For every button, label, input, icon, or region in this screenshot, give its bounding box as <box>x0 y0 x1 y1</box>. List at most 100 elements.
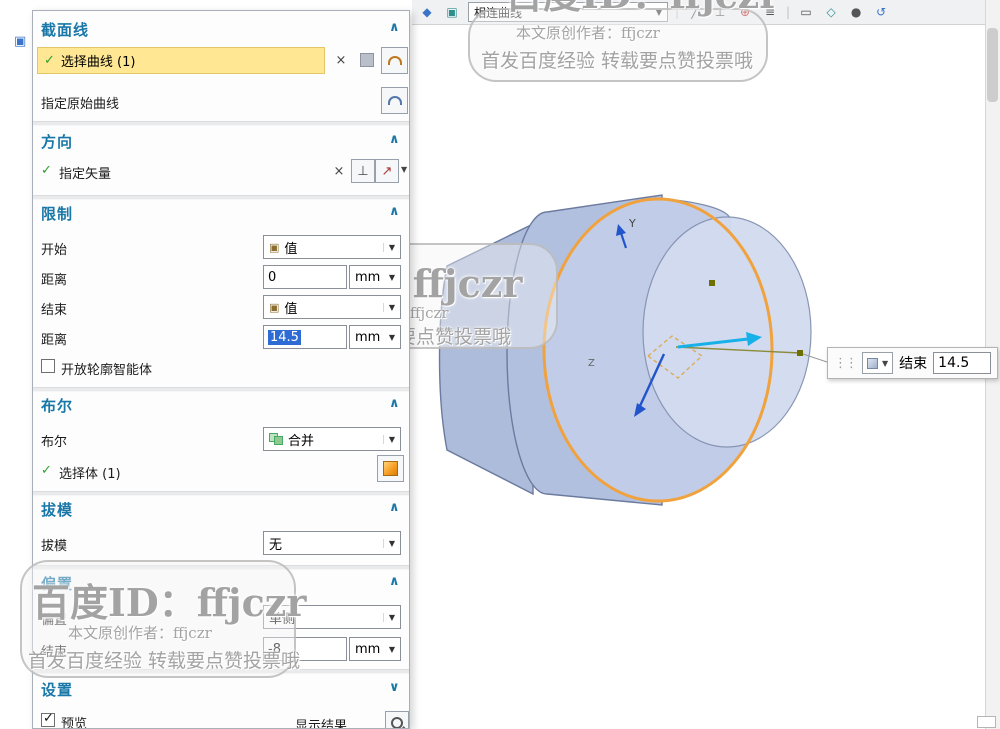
expand-settings-icon[interactable]: ∨ <box>389 680 400 695</box>
start-distance-input[interactable]: 0 <box>263 265 347 289</box>
boolean-value: 合并 <box>288 433 315 449</box>
chevron-down-icon[interactable]: ▼ <box>387 273 395 282</box>
watermark-bottom-big: 百度ID：ffjczr <box>32 580 307 625</box>
reset-vector-icon[interactable]: × <box>327 159 351 183</box>
select-curve-label: 选择曲线 (1) <box>60 55 136 70</box>
toolbar-icon-10[interactable]: ↺ <box>872 5 890 19</box>
collapse-section-line-icon[interactable]: ∧ <box>389 20 400 35</box>
drag-dot-end[interactable] <box>797 350 803 356</box>
chevron-down-icon[interactable]: ▼ <box>387 333 395 342</box>
axis-y-label: Y <box>628 217 636 230</box>
onscreen-input-toolbar: ⋮⋮ ▼ 结束 14.5 <box>827 347 999 379</box>
app-window: Y Z ◆ ▣ 相连曲线 ▼ | ╱ ⊥ ⊕ ≡ | ▭ ◇ ● ↺ ▣ ⋮⋮ … <box>0 0 1000 729</box>
axis-z-label: Z <box>588 358 595 369</box>
end-distance-input[interactable]: 14.5 <box>263 325 347 349</box>
cube-icon <box>867 357 878 369</box>
watermark-top-author: 本文原创作者：ffjczr <box>516 24 660 42</box>
open-profile-label: 开放轮廓智能体 <box>61 363 153 378</box>
open-profile-checkbox[interactable] <box>41 359 55 373</box>
start-distance-value: 0 <box>268 269 277 285</box>
draft-label: 拔模 <box>41 539 68 554</box>
chevron-down-icon[interactable]: ▼ <box>882 359 888 368</box>
collapse-limits-icon[interactable]: ∧ <box>389 204 400 219</box>
sketch-curve-button[interactable] <box>381 47 408 74</box>
chevron-down-icon[interactable]: ▼ <box>382 302 395 312</box>
preview-checkbox[interactable] <box>41 711 55 727</box>
section-divider <box>33 387 409 392</box>
vector-dialog-icon[interactable]: ⊥ <box>351 159 375 183</box>
check-icon: ✓ <box>44 53 55 68</box>
limits-title: 限制 <box>41 205 74 223</box>
check-icon: ✓ <box>41 463 52 478</box>
section-divider <box>33 195 409 200</box>
show-result-button[interactable] <box>385 711 409 728</box>
specify-vector-label: 指定矢量 <box>59 167 112 182</box>
drag-dot-top[interactable] <box>709 280 715 286</box>
end-distance-value: 14.5 <box>268 329 301 345</box>
chevron-down-icon[interactable]: ▼ <box>382 434 395 444</box>
section-line-title: 截面线 <box>41 21 90 39</box>
section-divider <box>33 121 409 126</box>
watermark-bottom-author: 本文原创作者：ffjczr <box>68 624 212 642</box>
chevron-down-icon[interactable]: ▼ <box>382 538 395 548</box>
select-curve-row[interactable]: ✓ 选择曲线 (1) <box>37 47 325 74</box>
start-mode-value: 值 <box>284 241 298 257</box>
end-mode-dropdown[interactable]: ▣ 值 ▼ <box>263 295 401 319</box>
start-unit-dropdown[interactable]: mm ▼ <box>349 265 401 289</box>
origin-curve-label: 指定原始曲线 <box>41 97 120 112</box>
offset-unit-dropdown[interactable]: mm ▼ <box>349 637 401 661</box>
end-unit-value: mm <box>355 329 381 345</box>
draft-dropdown[interactable]: 无 ▼ <box>263 531 401 555</box>
end-mode-dropdown[interactable]: ▼ <box>862 352 894 374</box>
value-prefix-icon: ▣ <box>269 240 280 254</box>
reverse-vector-icon[interactable]: ↗ <box>375 159 399 183</box>
draft-title: 拔模 <box>41 501 74 519</box>
draft-value: 无 <box>269 537 283 553</box>
model-preview-front-face[interactable] <box>642 216 812 448</box>
chevron-down-icon[interactable]: ▼ <box>382 612 395 622</box>
unite-icon <box>269 433 283 445</box>
boolean-dropdown[interactable]: 合并 ▼ <box>263 427 401 451</box>
toolbar-icon-9[interactable]: ● <box>847 5 865 19</box>
select-body-label: 选择体 (1) <box>59 467 121 482</box>
boolean-title: 布尔 <box>41 397 74 415</box>
section-divider <box>33 491 409 496</box>
panel-mini-icon[interactable]: ▣ <box>14 34 26 49</box>
check-icon: ✓ <box>41 163 52 178</box>
settings-title: 设置 <box>41 681 74 699</box>
start-distance-label: 距离 <box>41 273 68 288</box>
toolbar-separator: | <box>786 5 791 19</box>
vector-options-arrow-icon[interactable]: ▼ <box>401 165 407 174</box>
watermark-top-slogan: 首发百度经验 转载要点赞投票哦 <box>481 50 754 72</box>
value-prefix-icon: ▣ <box>269 300 280 314</box>
drag-handle-icon[interactable]: ⋮⋮ <box>834 356 858 371</box>
floating-end-value: 14.5 <box>938 355 970 371</box>
floating-end-input[interactable]: 14.5 <box>933 352 992 374</box>
show-result-label: 显示结果 <box>295 719 348 729</box>
end-unit-dropdown[interactable]: mm ▼ <box>349 325 401 349</box>
collapse-boolean-icon[interactable]: ∧ <box>389 396 400 411</box>
chevron-down-icon[interactable]: ▼ <box>387 645 395 654</box>
end-label: 结束 <box>41 303 68 318</box>
collapse-draft-icon[interactable]: ∧ <box>389 500 400 515</box>
select-body-button[interactable] <box>377 455 404 482</box>
collapse-direction-icon[interactable]: ∧ <box>389 132 400 147</box>
toolbar-icon-1[interactable]: ◆ <box>418 5 436 19</box>
start-mode-dropdown[interactable]: ▣ 值 ▼ <box>263 235 401 259</box>
offset-unit-value: mm <box>355 641 381 657</box>
origin-curve-button[interactable] <box>381 87 408 114</box>
reset-curve-icon[interactable]: × <box>329 48 353 72</box>
watermark-top-big: 百度ID：ffjczr <box>505 0 779 19</box>
toolbar-icon-8[interactable]: ◇ <box>822 5 840 19</box>
filter-icon[interactable] <box>355 48 379 72</box>
collapse-offset-icon[interactable]: ∧ <box>389 574 400 589</box>
toolbar-icon-2[interactable]: ▣ <box>443 5 461 19</box>
start-label: 开始 <box>41 243 68 258</box>
scroll-corner-box[interactable] <box>977 716 996 728</box>
viewport-scrollbar-thumb[interactable] <box>987 28 998 102</box>
preview-label: 预览 <box>61 717 88 729</box>
chevron-down-icon[interactable]: ▼ <box>382 242 395 252</box>
toolbar-icon-7[interactable]: ▭ <box>797 5 815 19</box>
floating-end-label: 结束 <box>899 356 928 372</box>
watermark-bottom-slogan: 首发百度经验 转载要点赞投票哦 <box>28 650 301 672</box>
